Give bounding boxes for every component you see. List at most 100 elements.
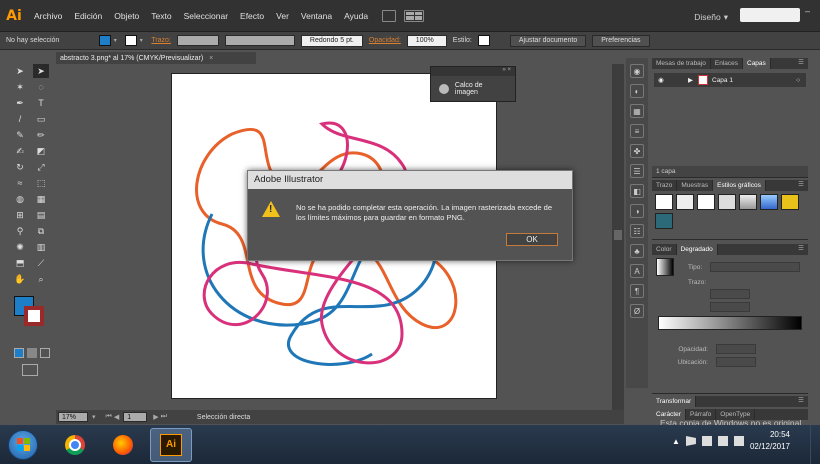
zoom-field[interactable]: 17% xyxy=(58,412,88,422)
fill-stroke-widget[interactable] xyxy=(14,296,50,336)
gradient-mode-icon[interactable] xyxy=(27,348,37,358)
symbol-sprayer-icon[interactable]: ✺ xyxy=(12,240,28,254)
taskbar-illustrator[interactable]: Ai xyxy=(150,427,192,462)
menu-ventana[interactable]: Ventana xyxy=(295,11,338,21)
transparency-icon[interactable]: ◑ xyxy=(630,204,644,218)
tab-swatches[interactable]: Muestras xyxy=(677,180,714,191)
expand-layer-icon[interactable]: ▶ xyxy=(688,76,693,84)
taskbar-chrome[interactable] xyxy=(54,428,96,462)
opentype-icon[interactable]: Ø xyxy=(630,304,644,318)
style-blue[interactable] xyxy=(760,194,778,210)
style-yellow[interactable] xyxy=(781,194,799,210)
network-icon[interactable] xyxy=(717,436,728,446)
style-gray[interactable] xyxy=(718,194,736,210)
tab-artboards[interactable]: Mesas de trabajo xyxy=(652,58,711,69)
blend-tool-icon[interactable]: ⧉ xyxy=(33,224,49,238)
color-panel-icon[interactable]: ◉ xyxy=(630,64,644,78)
menu-archivo[interactable]: Archivo xyxy=(28,11,68,21)
character-icon[interactable]: A xyxy=(630,264,644,278)
hand-tool-icon[interactable]: ✋ xyxy=(12,272,28,286)
free-transform-icon[interactable]: ⬚ xyxy=(33,176,49,190)
close-tab-icon[interactable]: × xyxy=(209,55,213,62)
style-default[interactable] xyxy=(655,194,673,210)
blob-brush-icon[interactable]: ✍ xyxy=(12,144,28,158)
panel-menu-icon[interactable]: ☰ xyxy=(798,396,808,407)
layer-row[interactable]: ◉ ▶ Capa 1 ○ xyxy=(654,73,806,87)
stroke-label[interactable]: Trazo: xyxy=(151,37,171,44)
ok-button[interactable]: OK xyxy=(506,233,558,246)
fill-swatch[interactable] xyxy=(99,35,112,46)
graphic-styles-icon[interactable]: ♣ xyxy=(630,244,644,258)
symbols-icon[interactable]: ✤ xyxy=(630,144,644,158)
stroke-weight-input[interactable] xyxy=(176,35,219,46)
tab-color[interactable]: Color xyxy=(652,244,677,255)
brush-definition[interactable]: Redondo 5 pt. xyxy=(300,34,363,47)
panel-collapse-icon[interactable]: » × xyxy=(431,67,515,76)
opacity-input[interactable]: 100% xyxy=(406,34,447,47)
workspace-switcher[interactable]: Diseño xyxy=(694,12,728,23)
clock[interactable]: 20:54 02/12/2017 xyxy=(750,429,790,453)
current-tool-status[interactable]: Selección directa xyxy=(197,414,250,421)
show-desktop-button[interactable] xyxy=(810,425,820,464)
eyedropper-icon[interactable]: ⚲ xyxy=(12,224,28,238)
battery-icon[interactable] xyxy=(701,436,712,446)
panel-menu-icon[interactable]: ☰ xyxy=(798,180,808,191)
stroke-dropdown-icon[interactable]: ▾ xyxy=(137,37,145,44)
selection-tool-icon[interactable]: ➤ xyxy=(12,64,28,78)
start-button[interactable] xyxy=(8,429,38,460)
shape-builder-icon[interactable]: ◍ xyxy=(12,192,28,206)
stroke-swatch[interactable] xyxy=(125,35,138,46)
panel-menu-icon[interactable]: ☰ xyxy=(798,58,808,69)
gradient-tool-icon[interactable]: ▤ xyxy=(33,208,49,222)
gradient-type-dropdown[interactable] xyxy=(710,262,801,272)
rotate-tool-icon[interactable]: ↻ xyxy=(12,160,28,174)
appearance-icon[interactable]: ☷ xyxy=(630,224,644,238)
scale-tool-icon[interactable]: ⤢ xyxy=(33,160,49,174)
line-tool-icon[interactable]: / xyxy=(12,112,28,126)
none-mode-icon[interactable] xyxy=(40,348,50,358)
style-none[interactable] xyxy=(676,194,694,210)
style-white[interactable] xyxy=(697,194,715,210)
help-search-input[interactable] xyxy=(740,8,800,22)
opacity-label[interactable]: Opacidad: xyxy=(369,37,401,44)
menu-objeto[interactable]: Objeto xyxy=(108,11,145,21)
last-artboard-icon[interactable]: ⏭ xyxy=(161,413,167,421)
slice-tool-icon[interactable]: ⟋ xyxy=(33,256,49,270)
aspect-field[interactable] xyxy=(710,302,750,312)
rectangle-tool-icon[interactable]: ▭ xyxy=(33,112,49,126)
arrange-documents-icon[interactable] xyxy=(404,9,425,22)
next-artboard-icon[interactable]: ▶ xyxy=(153,413,158,421)
width-tool-icon[interactable]: ≈ xyxy=(12,176,28,190)
zoom-tool-icon[interactable]: ⌕ xyxy=(33,272,49,286)
swatches-icon[interactable]: ▦ xyxy=(630,104,644,118)
minimize-icon[interactable]: – xyxy=(805,6,810,16)
prev-artboard-icon[interactable]: ◀ xyxy=(114,413,119,421)
menu-ver[interactable]: Ver xyxy=(270,11,295,21)
zoom-dropdown-icon[interactable]: ▾ xyxy=(92,413,96,421)
gradient-panel-icon[interactable]: ◧ xyxy=(630,184,644,198)
show-hidden-icons[interactable]: ▲ xyxy=(672,437,680,446)
panel-menu-icon[interactable]: ☰ xyxy=(798,244,808,255)
adjust-document-button[interactable]: Ajustar documento xyxy=(509,34,587,47)
menu-seleccionar[interactable]: Seleccionar xyxy=(178,11,234,21)
style-swatch[interactable] xyxy=(477,35,490,46)
stroke-panel-icon[interactable]: ☰ xyxy=(630,164,644,178)
tab-graphic-styles[interactable]: Estilos gráficos xyxy=(713,180,766,191)
eraser-icon[interactable]: ◩ xyxy=(33,144,49,158)
preferences-button[interactable]: Preferencias xyxy=(592,34,650,47)
angle-field[interactable] xyxy=(710,289,750,299)
paragraph-icon[interactable]: ¶ xyxy=(630,284,644,298)
stroke-color-box[interactable] xyxy=(24,306,44,326)
pencil-icon[interactable]: ✏ xyxy=(33,128,49,142)
vertical-scrollbar[interactable] xyxy=(612,64,624,410)
type-tool-icon[interactable]: T xyxy=(33,96,49,110)
gradient-opacity-field[interactable] xyxy=(716,344,756,354)
menu-edicion[interactable]: Edición xyxy=(68,11,108,21)
fill-dropdown-icon[interactable]: ▾ xyxy=(111,37,119,44)
paintbrush-icon[interactable]: ✎ xyxy=(12,128,28,142)
layer-name[interactable]: Capa 1 xyxy=(712,77,733,84)
color-guide-icon[interactable]: ◐ xyxy=(630,84,644,98)
tab-links[interactable]: Enlaces xyxy=(711,58,743,69)
gradient-slider[interactable] xyxy=(658,316,802,330)
gradient-preview[interactable] xyxy=(656,258,674,276)
